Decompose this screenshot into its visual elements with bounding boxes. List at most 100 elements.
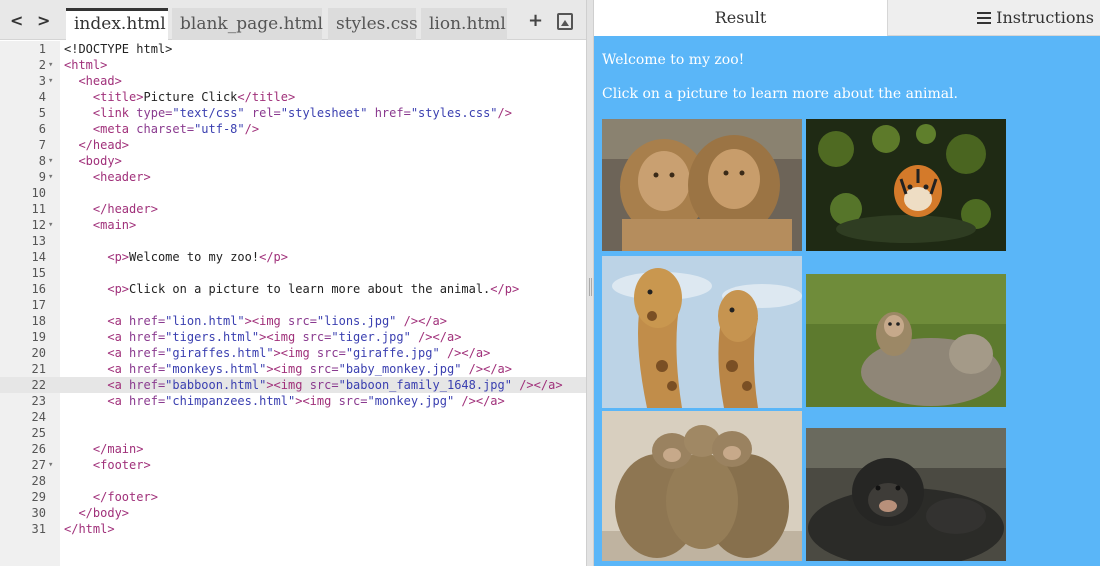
editor-tab-bar: < > index.html blank_page.html styles.cs… — [0, 0, 588, 40]
baboons-photo-link[interactable] — [602, 411, 802, 561]
code-line[interactable]: 16 <p>Click on a picture to learn more a… — [0, 281, 586, 297]
code-line[interactable]: 9 ▾ <header> — [0, 169, 586, 185]
tab-lion-html[interactable]: lion.html — [421, 8, 507, 40]
fold-arrow-icon[interactable]: ▾ — [48, 217, 58, 233]
code-line[interactable]: 12 ▾ <main> — [0, 217, 586, 233]
line-number: 3 — [38, 74, 46, 88]
fold-arrow-icon[interactable]: ▾ — [48, 153, 58, 169]
lions-photo-link[interactable] — [602, 119, 802, 251]
code-line[interactable]: 29 </footer> — [0, 489, 586, 505]
code-text: <a href="monkeys.html"><img src="baby_mo… — [107, 362, 512, 376]
code-line[interactable]: 21 <a href="monkeys.html"><img src="baby… — [0, 361, 586, 377]
tab-instructions-label: Instructions — [996, 8, 1094, 27]
code-line[interactable]: 30 </body> — [0, 505, 586, 521]
line-number: 7 — [38, 138, 46, 152]
welcome-paragraph: Welcome to my zoo! — [602, 52, 745, 68]
code-line[interactable]: 13 — [0, 233, 586, 249]
fold-arrow-icon[interactable]: ▾ — [48, 73, 58, 89]
plus-icon[interactable]: + — [528, 10, 543, 31]
code-text: <!DOCTYPE html> — [64, 42, 173, 56]
line-number: 8 — [38, 154, 46, 168]
tab-instructions[interactable]: Instructions — [890, 0, 1100, 36]
fold-arrow-icon[interactable]: ▾ — [48, 457, 58, 473]
code-line[interactable]: 28 — [0, 473, 586, 489]
line-number: 10 — [31, 186, 46, 200]
code-text: <html> — [64, 58, 108, 72]
code-line[interactable]: 19 <a href="tigers.html"><img src="tiger… — [0, 329, 586, 345]
code-line[interactable]: 20 <a href="giraffes.html"><img src="gir… — [0, 345, 586, 361]
line-number: 2 — [38, 58, 46, 72]
code-line[interactable]: 11 </header> — [0, 201, 586, 217]
tiger-photo-link[interactable] — [806, 119, 1006, 251]
code-line[interactable]: 2 ▾ <html> — [0, 57, 586, 73]
code-text: </header> — [92, 202, 158, 216]
code-line[interactable]: 6 <meta charset="utf-8"/> — [0, 121, 586, 137]
line-number: 24 — [31, 410, 46, 424]
line-number: 26 — [31, 442, 46, 456]
tiger-image — [806, 119, 1006, 251]
chimpanzees-photo-link[interactable] — [806, 428, 1006, 561]
code-line[interactable]: 22 <a href="babboon.html"><img src="babo… — [0, 377, 586, 393]
code-text: <a href="lion.html"><img src="lions.jpg"… — [107, 314, 447, 328]
instruction-paragraph: Click on a picture to learn more about t… — [602, 86, 958, 102]
app-window: < > index.html blank_page.html styles.cs… — [0, 0, 1100, 566]
code-line[interactable]: 17 — [0, 297, 586, 313]
baby-monkey-image — [806, 274, 1006, 407]
code-text: <a href="chimpanzees.html"><img src="mon… — [107, 394, 505, 408]
code-line[interactable]: 7 </head> — [0, 137, 586, 153]
code-line[interactable]: 24 — [0, 409, 586, 425]
code-line[interactable]: 4 <title>Picture Click</title> — [0, 89, 586, 105]
code-line[interactable]: 25 — [0, 425, 586, 441]
code-editor: < > index.html blank_page.html styles.cs… — [0, 0, 588, 566]
line-number: 22 — [31, 378, 46, 392]
code-text: <p>Click on a picture to learn more abou… — [107, 282, 520, 296]
line-number: 11 — [31, 202, 46, 216]
file-nav-arrows[interactable]: < > — [10, 11, 54, 30]
pane-splitter[interactable] — [586, 0, 594, 566]
code-line[interactable]: 15 — [0, 265, 586, 281]
line-number: 4 — [38, 90, 46, 104]
code-text: </body> — [78, 506, 130, 520]
tab-result[interactable]: Result — [594, 0, 888, 36]
line-number: 17 — [31, 298, 46, 312]
image-icon[interactable] — [557, 13, 573, 30]
code-line[interactable]: 14 <p>Welcome to my zoo!</p> — [0, 249, 586, 265]
code-line[interactable]: 18 <a href="lion.html"><img src="lions.j… — [0, 313, 586, 329]
code-text: <main> — [92, 218, 137, 232]
code-line[interactable]: 1 <!DOCTYPE html> — [0, 41, 586, 57]
code-line[interactable]: 8 ▾ <body> — [0, 153, 586, 169]
tab-index-html[interactable]: index.html — [66, 8, 168, 40]
line-number: 1 — [38, 42, 46, 56]
tab-blank-page-html[interactable]: blank_page.html — [172, 8, 323, 40]
fold-arrow-icon[interactable]: ▾ — [48, 57, 58, 73]
fold-arrow-icon[interactable]: ▾ — [48, 169, 58, 185]
code-text: <meta charset="utf-8"/> — [92, 122, 260, 136]
code-line[interactable]: 10 — [0, 185, 586, 201]
code-line[interactable]: 27 ▾ <footer> — [0, 457, 586, 473]
code-text: </head> — [78, 138, 130, 152]
code-text: <a href="tigers.html"><img src="tiger.jp… — [107, 330, 462, 344]
code-text: <head> — [78, 74, 122, 88]
code-line[interactable]: 5 <link type="text/css" rel="stylesheet"… — [0, 105, 586, 121]
code-line[interactable]: 23 <a href="chimpanzees.html"><img src="… — [0, 393, 586, 409]
line-number: 23 — [31, 394, 46, 408]
code-text: </footer> — [92, 490, 158, 504]
code-text: <title>Picture Click</title> — [92, 90, 296, 104]
splitter-grip-icon[interactable] — [589, 278, 592, 296]
code-line[interactable]: 3 ▾ <head> — [0, 73, 586, 89]
code-text: <footer> — [92, 458, 151, 472]
result-pane: Result Instructions Welcome to my zoo! C… — [594, 0, 1100, 566]
giraffes-photo-link[interactable] — [602, 256, 802, 408]
line-number: 27 — [31, 458, 46, 472]
line-number: 6 — [38, 122, 46, 136]
preview-page: Welcome to my zoo! Click on a picture to… — [594, 36, 1100, 566]
line-number: 12 — [31, 218, 46, 232]
code-text: </html> — [64, 522, 115, 536]
code-text: <header> — [92, 170, 151, 184]
line-number: 19 — [31, 330, 46, 344]
code-line[interactable]: 26 </main> — [0, 441, 586, 457]
code-line[interactable]: 31 </html> — [0, 521, 586, 537]
monkeys-photo-link[interactable] — [806, 274, 1006, 407]
line-number: 31 — [31, 522, 46, 536]
tab-styles-css[interactable]: styles.css — [328, 8, 418, 40]
